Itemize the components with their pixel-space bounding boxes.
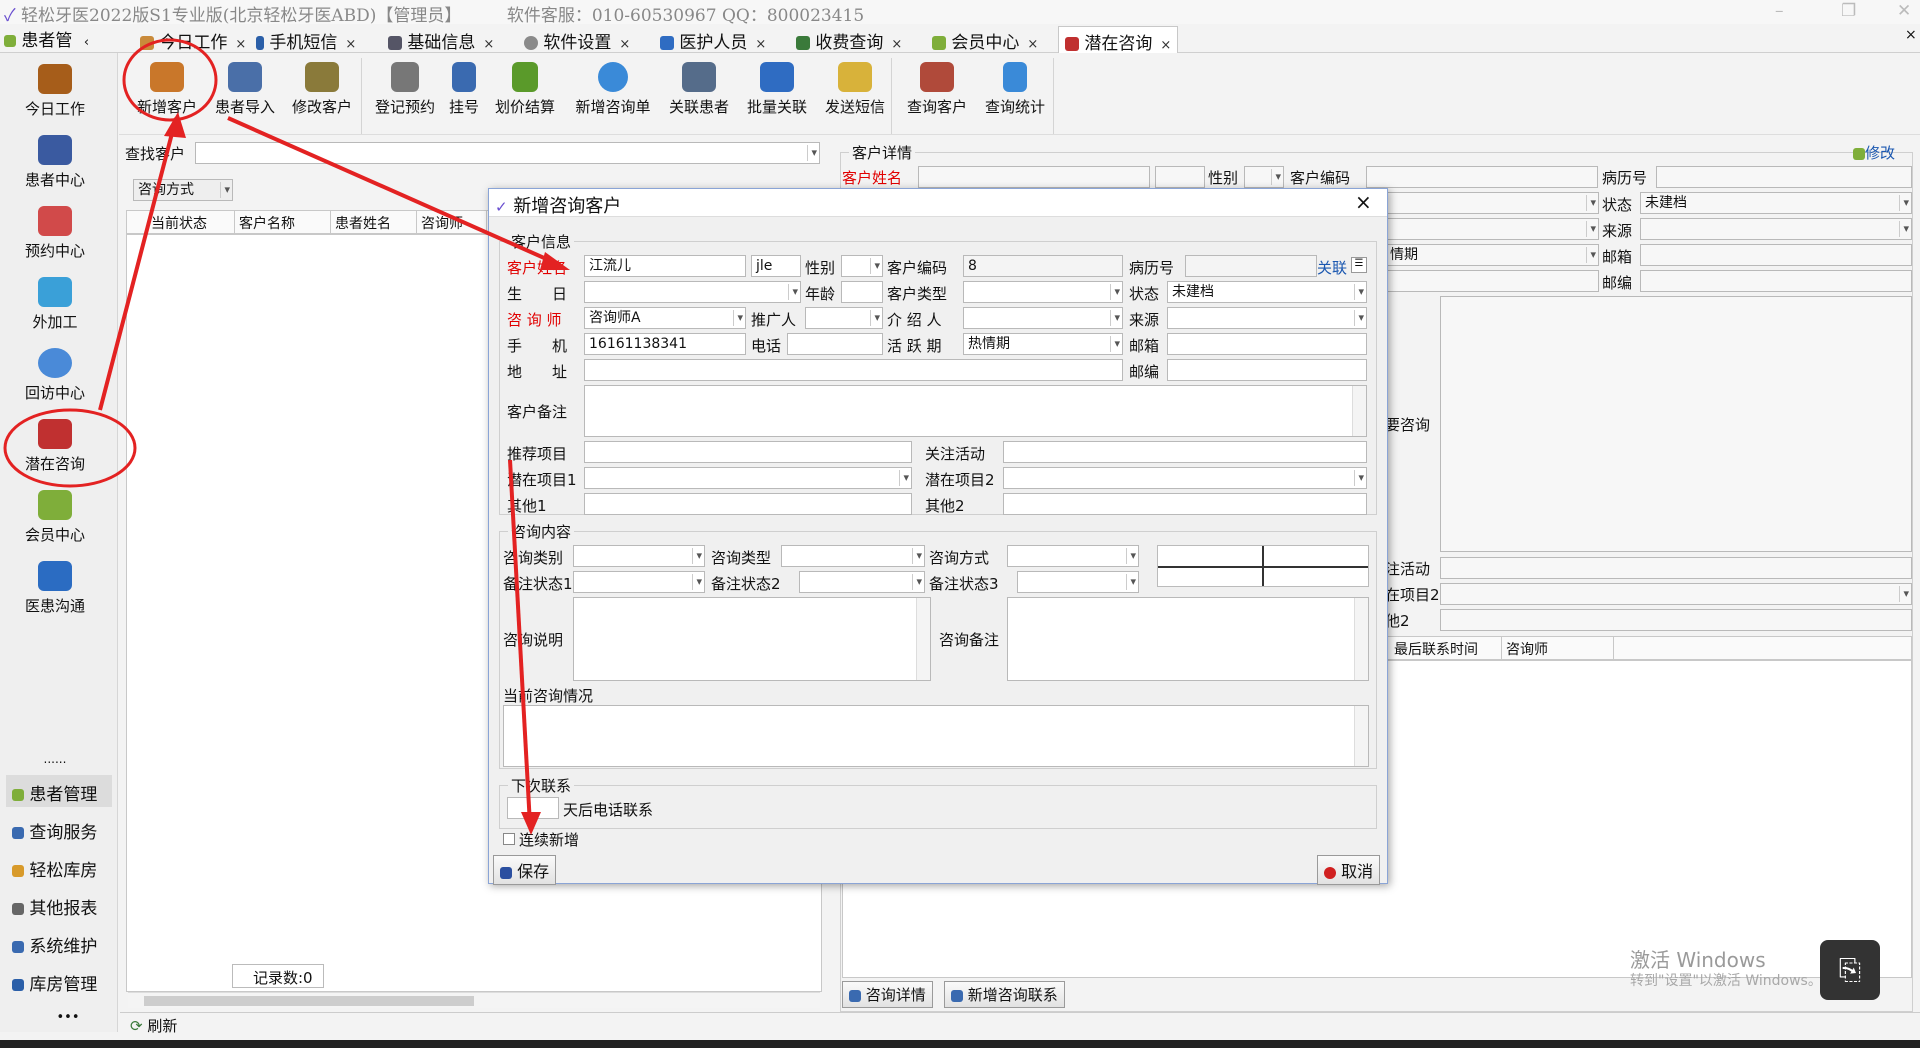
annotation-arrow-1 [98,117,178,411]
annotation-arrowhead-3 [521,812,541,835]
annotation-arrowhead-2 [540,252,570,270]
annotation-arrow-2 [227,116,561,267]
annotation-arrowhead-1 [164,112,186,138]
annotation-circle-potential [3,408,137,488]
annotation-circle-add [122,38,218,122]
annotation-overlay [3,38,570,835]
annotation-arrow-3 [508,459,532,826]
